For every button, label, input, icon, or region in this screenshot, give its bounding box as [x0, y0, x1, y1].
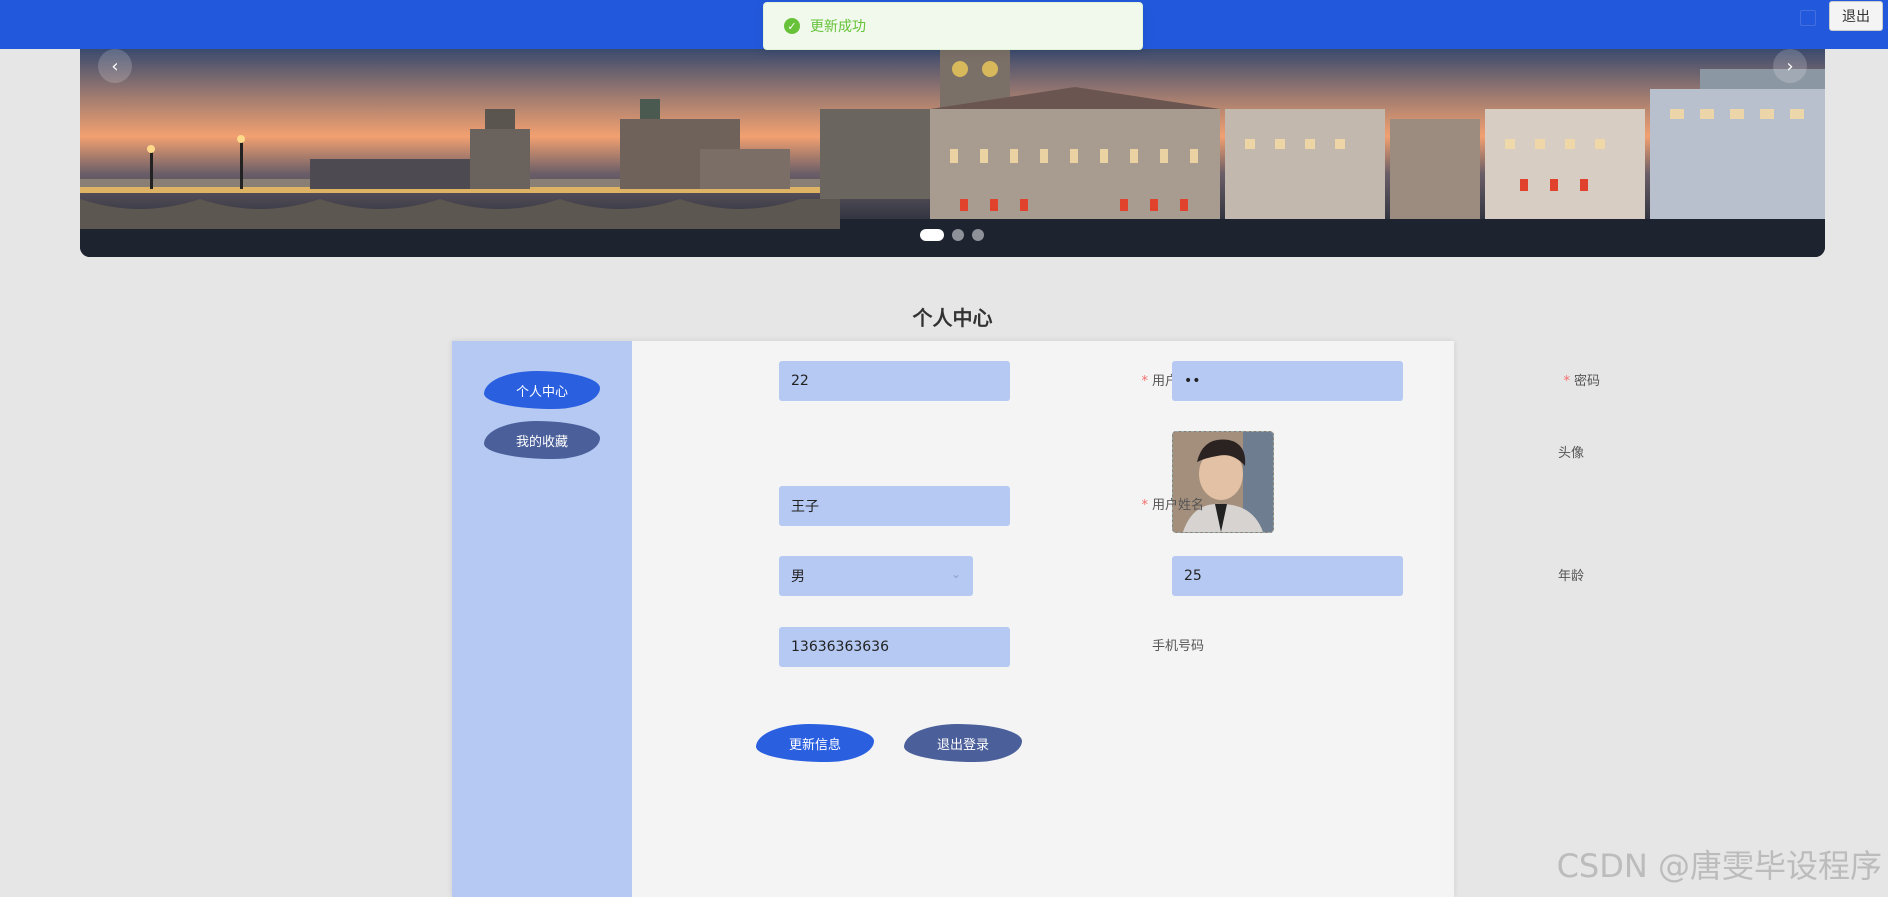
- check-circle-icon: ✓: [784, 18, 800, 34]
- carousel-indicators: [920, 229, 984, 241]
- city-skyline-image: [80, 49, 1825, 257]
- sidebar: 个人中心 我的收藏: [452, 341, 632, 897]
- phone-input[interactable]: 13636363636: [779, 627, 1010, 667]
- carousel-dot-2[interactable]: [952, 229, 964, 241]
- success-toast: ✓ 更新成功: [763, 2, 1143, 50]
- carousel-prev-button[interactable]: ‹: [98, 49, 132, 83]
- banner-carousel[interactable]: ‹ ›: [80, 49, 1825, 257]
- sidebar-item-profile[interactable]: 个人中心: [484, 371, 600, 409]
- password-label: * 密码: [1563, 374, 1600, 389]
- name-input[interactable]: 王子: [779, 486, 1010, 526]
- update-info-button[interactable]: 更新信息: [756, 724, 874, 762]
- account-input[interactable]: 22: [779, 361, 1010, 401]
- logout-account-button[interactable]: 退出登录: [904, 724, 1022, 762]
- avatar-label: 头像: [1557, 446, 1584, 461]
- page-title: 个人中心: [912, 306, 993, 330]
- password-input[interactable]: ••: [1172, 361, 1403, 401]
- phone-label: 手机号码: [1151, 639, 1204, 654]
- chevron-down-icon: ⌄: [950, 567, 961, 581]
- carousel-dot-1[interactable]: [920, 229, 944, 241]
- carousel-dot-3[interactable]: [972, 229, 984, 241]
- logout-button[interactable]: 退出: [1829, 1, 1883, 31]
- watermark: CSDN @唐雯毕设程序: [1556, 847, 1882, 885]
- name-label: * 用户姓名: [1141, 498, 1204, 513]
- gender-selected-value: 男: [791, 569, 805, 585]
- profile-panel: 个人中心 我的收藏 *用户账号 22 *密码 •• 头像 *用户姓名 王子 性别…: [452, 341, 1600, 897]
- gender-select[interactable]: 男 ⌄: [779, 556, 973, 596]
- age-input[interactable]: 25: [1172, 556, 1403, 596]
- menu-icon[interactable]: [1800, 10, 1816, 26]
- toast-message: 更新成功: [810, 19, 866, 35]
- avatar-upload[interactable]: [1172, 431, 1274, 533]
- carousel-next-button[interactable]: ›: [1773, 49, 1807, 83]
- sidebar-item-favorites[interactable]: 我的收藏: [484, 421, 600, 459]
- age-label: 年龄: [1557, 569, 1584, 584]
- avatar-image: [1173, 432, 1273, 532]
